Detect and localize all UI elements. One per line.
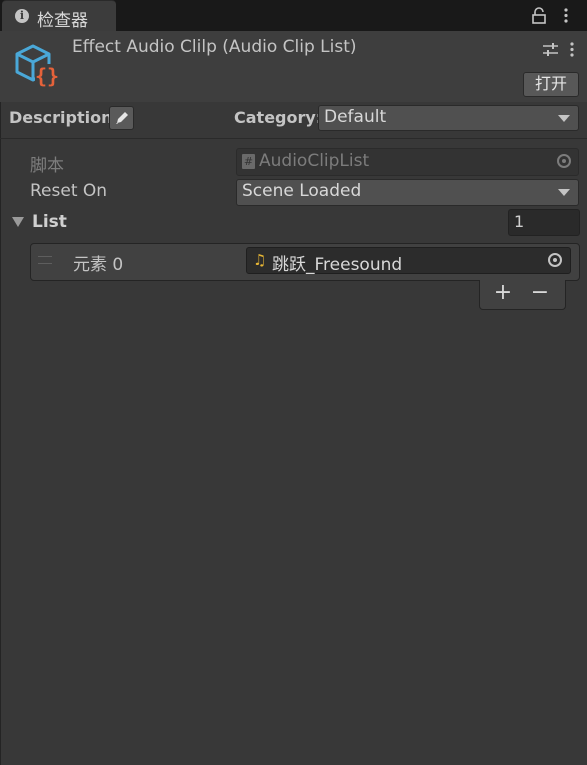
script-hash-icon: # [242, 154, 255, 169]
script-label: 脚本 [30, 156, 64, 176]
reset-on-value: Scene Loaded [242, 181, 362, 201]
tab-label: 检查器 [37, 11, 88, 31]
list-item-label: 元素 0 [73, 255, 124, 275]
more-vertical-icon[interactable] [568, 42, 576, 57]
lock-icon[interactable] [532, 7, 546, 24]
drag-handle-icon[interactable] [38, 256, 52, 264]
reset-on-dropdown[interactable]: Scene Loaded [236, 179, 579, 206]
audio-clip-icon: ♫ [253, 251, 267, 269]
remove-element-button[interactable]: − [527, 281, 553, 305]
list-foldout-arrow-icon[interactable] [12, 217, 24, 227]
add-element-button[interactable]: + [490, 281, 516, 305]
pencil-icon [116, 112, 128, 124]
script-object-icon: {} [15, 44, 59, 88]
list-size-field[interactable]: 1 [508, 209, 580, 236]
chevron-down-icon [558, 115, 570, 122]
panel-left-border [0, 31, 1, 765]
list-label[interactable]: List [32, 212, 67, 232]
asset-title: Effect Audio Clilp (Audio Clip List) [72, 37, 357, 57]
reset-on-label: Reset On [30, 181, 108, 201]
divider [0, 138, 587, 139]
edit-description-button[interactable] [109, 106, 134, 130]
object-picker-icon[interactable] [548, 253, 562, 267]
presets-icon[interactable] [542, 42, 559, 57]
category-value: Default [324, 107, 387, 127]
category-label: Category: [234, 108, 323, 127]
more-vertical-icon[interactable] [562, 7, 570, 24]
object-picker-icon [557, 154, 571, 168]
svg-text:{}: {} [35, 64, 59, 88]
script-value: AudioClipList [259, 151, 370, 171]
chevron-down-icon [558, 189, 570, 196]
category-dropdown[interactable]: Default [318, 105, 579, 131]
open-button[interactable]: 打开 [523, 72, 579, 97]
tab-inspector[interactable]: i 检查器 [2, 0, 116, 31]
audio-clip-value: 跳跃_Freesound [272, 255, 403, 275]
description-label: Description [9, 108, 113, 127]
info-icon: i [15, 9, 29, 23]
